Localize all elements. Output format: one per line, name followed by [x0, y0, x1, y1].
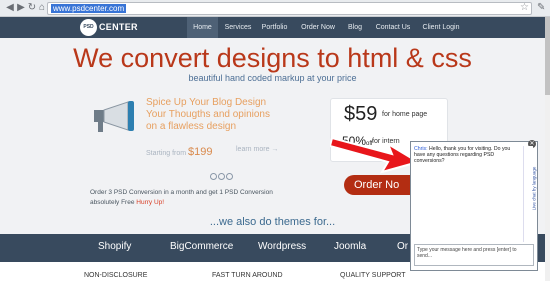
nav-blog[interactable]: Blog: [345, 17, 365, 38]
star-icon[interactable]: ☆: [520, 2, 529, 13]
starting-price-value: $199: [188, 146, 213, 158]
feature-non-disclosure: NON-DISCLOSURE: [84, 272, 148, 279]
blurb-line-2: Your Thougths and opinions: [146, 109, 270, 120]
blurb-line-3: on a flawless design: [146, 121, 237, 132]
chat-side-panel: Live chat by language: [523, 146, 537, 242]
wrench-icon[interactable]: ✎: [537, 2, 545, 13]
slider-dots: [210, 167, 234, 185]
nav-home[interactable]: Home: [187, 17, 218, 38]
home-page-price: $59: [344, 103, 378, 125]
address-bar[interactable]: www.psdcenter.com: [47, 2, 532, 15]
page-title: We convert designs to html & css: [73, 43, 472, 73]
chat-message-input[interactable]: Type your message here and press [enter]…: [414, 244, 534, 266]
learn-more-link[interactable]: learn more →: [236, 146, 278, 153]
chat-side-label: Live chat by language: [531, 166, 537, 211]
theme-bigcommerce[interactable]: BigCommerce: [170, 241, 233, 252]
nav-portfolio[interactable]: Portfolio: [258, 17, 291, 38]
slider-dot[interactable]: [210, 173, 217, 180]
nav-services[interactable]: Services: [222, 17, 254, 38]
scrollbar-thumb[interactable]: [545, 17, 550, 95]
chat-message: Hello, thank you for visiting. Do you ha…: [414, 146, 511, 165]
nav-order-now[interactable]: Order Now: [300, 17, 336, 38]
url-text: www.psdcenter.com: [51, 4, 127, 13]
home-page-price-label: for home page: [382, 111, 428, 118]
promo-text: Order 3 PSD Conversion in a month and ge…: [90, 188, 300, 208]
theme-shopify[interactable]: Shopify: [98, 241, 131, 252]
theme-joomla[interactable]: Joomla: [334, 241, 366, 252]
chat-agent-name: Chris:: [414, 146, 428, 152]
promo-line-2: absolutely Free: [90, 199, 135, 206]
theme-other[interactable]: Or: [397, 241, 408, 252]
feature-quality-support: QUALITY SUPPORT: [340, 272, 406, 279]
nav-client-login[interactable]: Client Login: [421, 17, 461, 38]
site-logo[interactable]: PSD CENTER: [80, 19, 138, 36]
theme-wordpress[interactable]: Wordpress: [258, 241, 306, 252]
chat-transcript: Chris: Hello, thank you for visiting. Do…: [414, 146, 522, 242]
logo-word: CENTER: [99, 22, 138, 32]
slider-dot[interactable]: [218, 173, 225, 180]
megaphone-icon: [94, 101, 134, 132]
logo-mark: PSD: [80, 19, 97, 36]
starting-label: Starting from: [146, 150, 187, 157]
slider-dot[interactable]: [226, 173, 233, 180]
promo-line-1: Order 3 PSD Conversion in a month and ge…: [90, 189, 273, 196]
red-arrow-annotation: [330, 136, 420, 174]
starting-price: Starting from $199: [146, 146, 213, 158]
blurb-line-1: Spice Up Your Blog Design: [146, 97, 267, 108]
blog-design-blurb: Spice Up Your Blog Design Your Thougths …: [146, 97, 270, 133]
feature-fast-turnaround: FAST TURN AROUND: [212, 272, 283, 279]
nav-contact-us[interactable]: Contact Us: [374, 17, 412, 38]
browser-toolbar: ◀ ▶ ↻ ⌂ www.psdcenter.com ☆ ✎: [0, 0, 550, 17]
page-subtitle: beautiful hand coded markup at your pric…: [188, 73, 357, 83]
hurry-up-link[interactable]: Hurry Up!: [136, 199, 164, 206]
